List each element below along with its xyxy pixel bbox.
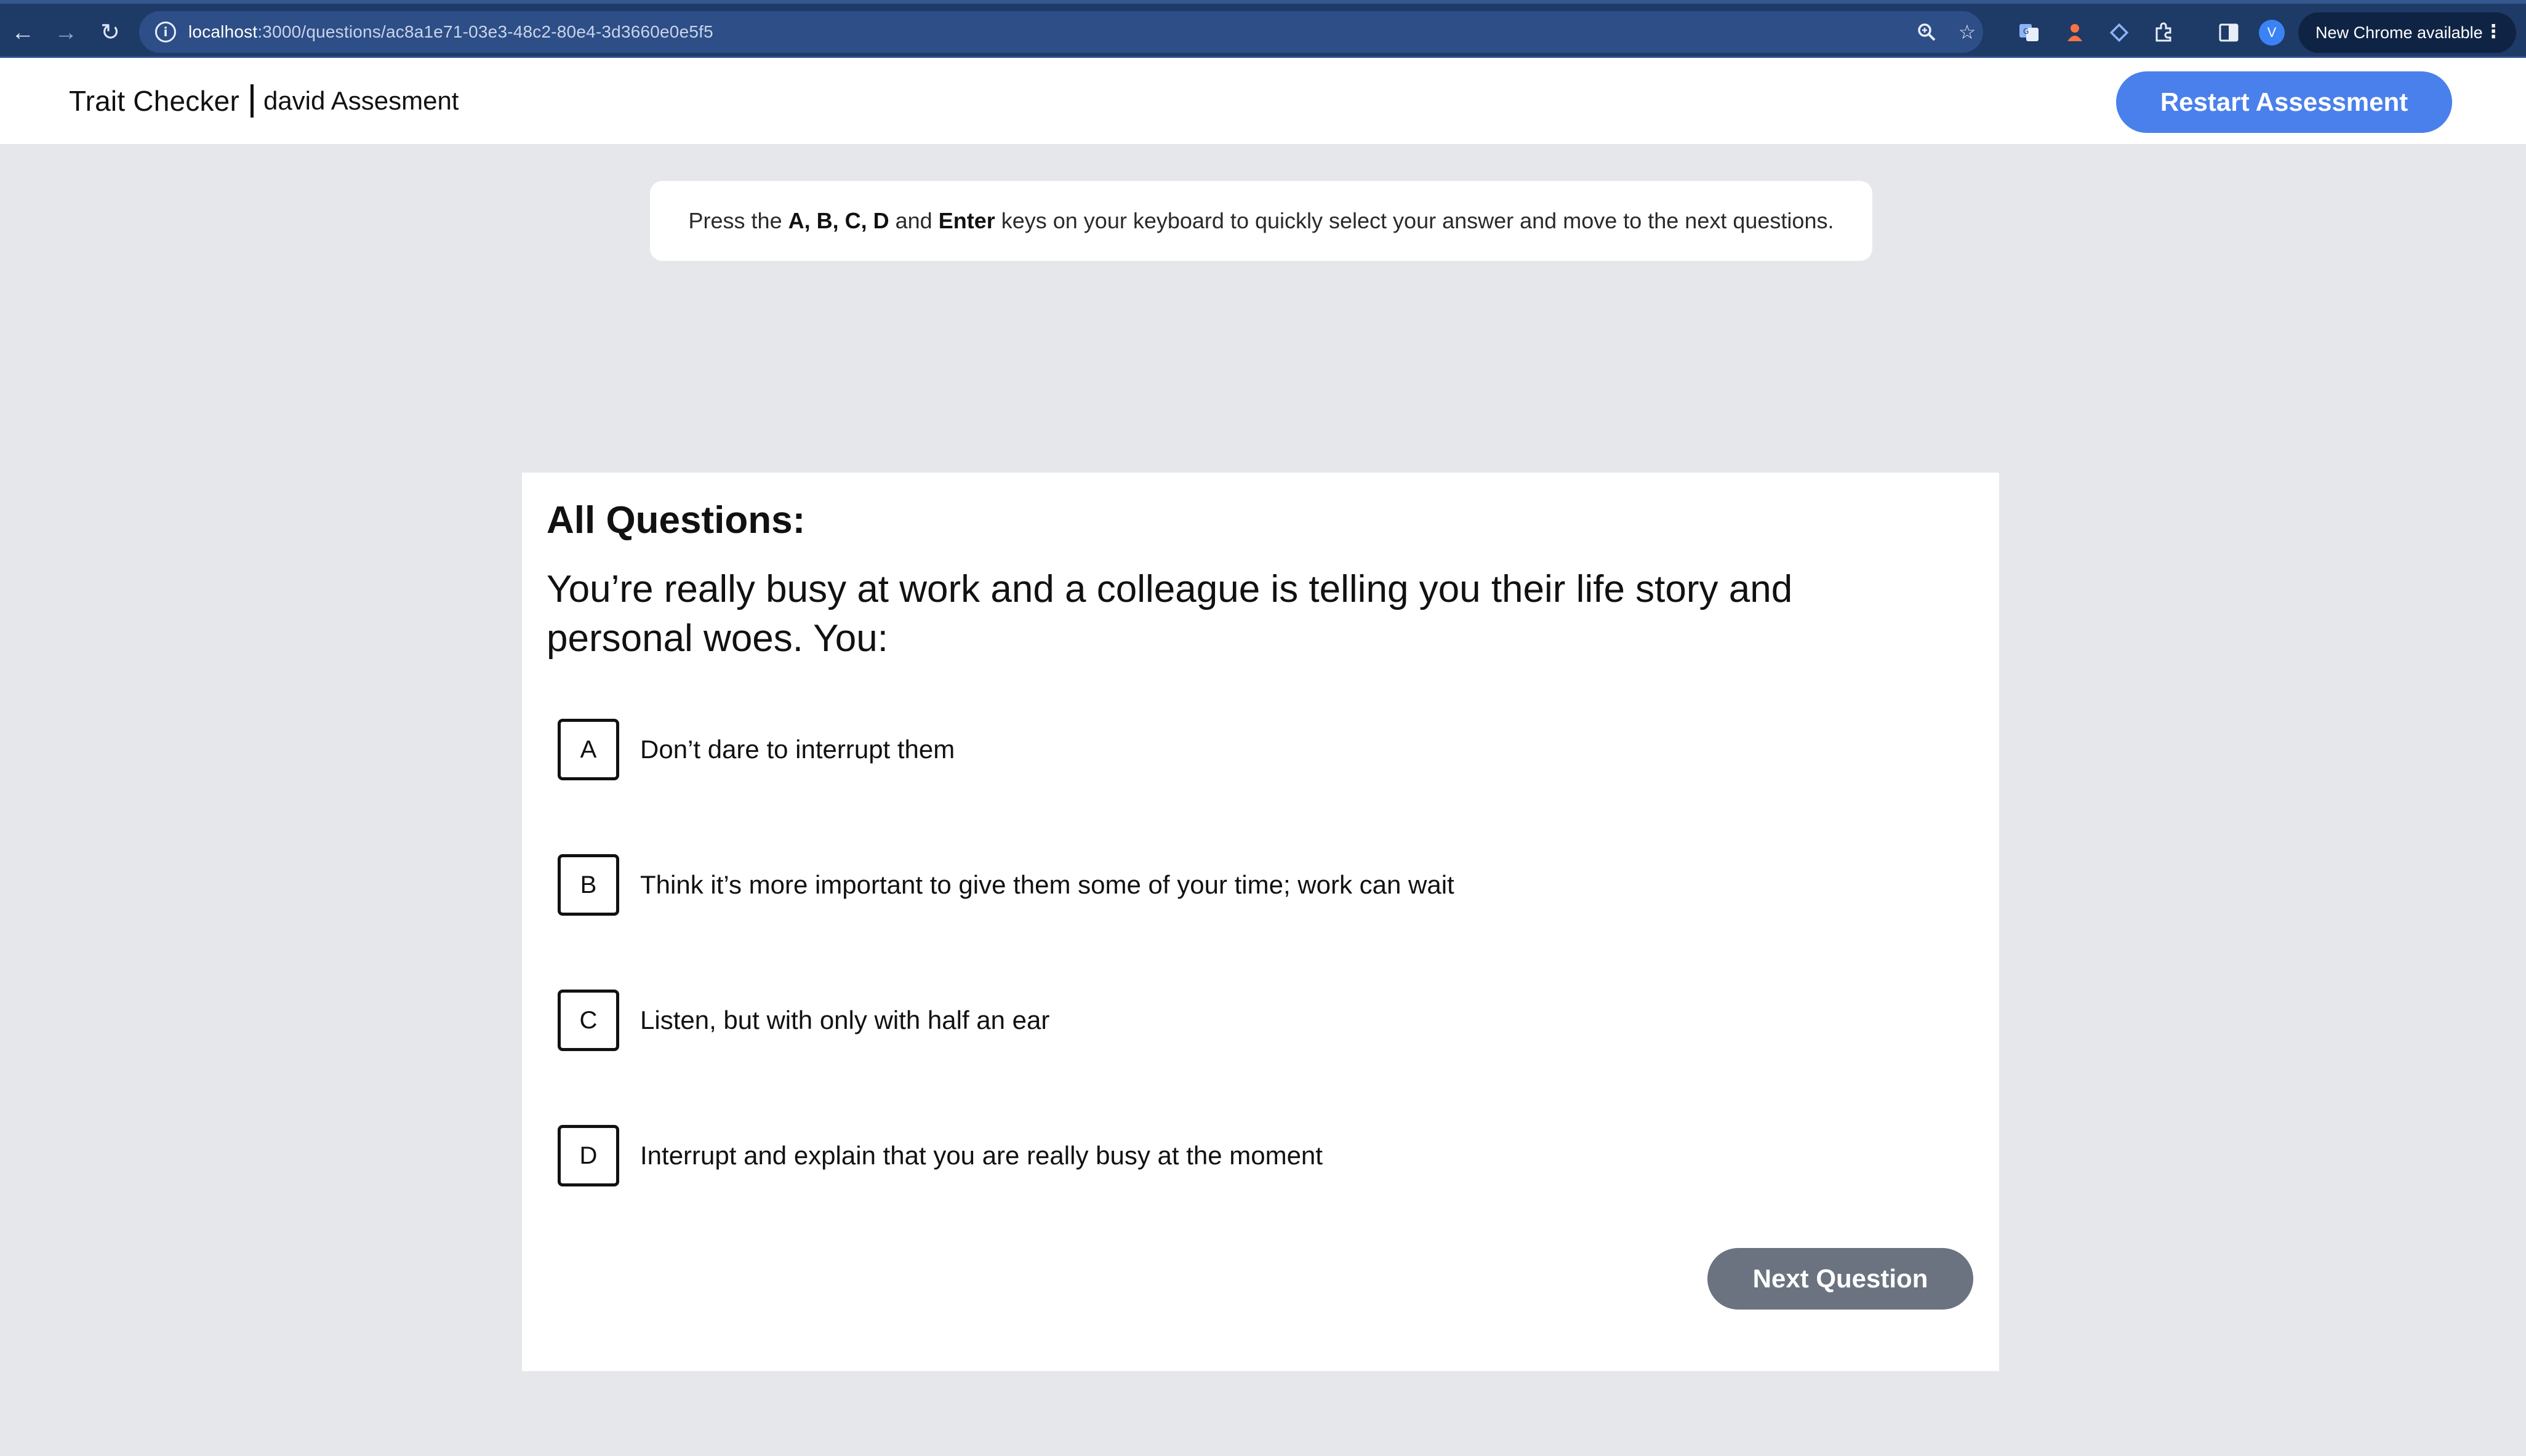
site-info-icon[interactable]: i: [155, 22, 176, 42]
option-letter-box[interactable]: B: [558, 854, 619, 916]
option-letter-box[interactable]: C: [558, 990, 619, 1051]
option-letter-box[interactable]: A: [558, 719, 619, 780]
new-chrome-available-button[interactable]: New Chrome available ⋮: [2298, 12, 2516, 53]
option-label[interactable]: Listen, but with only with half an ear: [640, 1006, 1049, 1035]
hint-enter-key: Enter: [938, 208, 995, 233]
hint-middle: and: [889, 208, 939, 233]
diamond-extension-icon[interactable]: [2106, 20, 2132, 46]
option-letter-box[interactable]: D: [558, 1125, 619, 1186]
brand-divider: [250, 84, 254, 118]
question-text: You’re really busy at work and a colleag…: [547, 568, 1793, 660]
option-c[interactable]: C Listen, but with only with half an ear: [558, 990, 1912, 1051]
option-b[interactable]: B Think it’s more important to give them…: [558, 854, 1912, 916]
zoom-icon[interactable]: [1914, 20, 1939, 44]
url-text[interactable]: localhost:3000/questions/ac8a1e71-03e3-4…: [188, 21, 713, 43]
extensions-puzzle-icon[interactable]: [2151, 20, 2176, 46]
section-title: All Questions:: [547, 499, 806, 542]
hint-suffix: keys on your keyboard to quickly select …: [995, 208, 1834, 233]
translate-extension-icon[interactable]: G: [2016, 20, 2042, 46]
back-arrow-icon[interactable]: ←: [5, 15, 41, 50]
forward-arrow-icon[interactable]: →: [48, 15, 84, 50]
url-host: localhost: [188, 22, 258, 41]
option-d[interactable]: D Interrupt and explain that you are rea…: [558, 1125, 1912, 1186]
keyboard-hint-banner: Press the A, B, C, D and Enter keys on y…: [650, 181, 1872, 261]
side-panel-icon[interactable]: [2216, 20, 2242, 46]
new-chrome-label: New Chrome available: [2316, 23, 2483, 42]
bookmark-star-icon[interactable]: ☆: [1955, 20, 1979, 44]
hint-keys: A, B, C, D: [788, 208, 889, 233]
app-name: Trait Checker: [69, 85, 239, 117]
next-question-button[interactable]: Next Question: [1707, 1248, 1973, 1310]
profile-avatar[interactable]: V: [2259, 20, 2285, 46]
option-label[interactable]: Don’t dare to interrupt them: [640, 735, 955, 764]
brand: Trait Checker david Assesment: [69, 82, 459, 119]
question-card: All Questions: You’re really busy at wor…: [522, 473, 1999, 1371]
app-header: Trait Checker david Assesment Restart As…: [0, 58, 2526, 144]
assessment-name: david Assesment: [263, 86, 459, 115]
browser-toolbar: ← → ↻ i localhost:3000/questions/ac8a1e7…: [0, 0, 2526, 58]
option-label[interactable]: Interrupt and explain that you are reall…: [640, 1141, 1323, 1170]
hint-prefix: Press the: [688, 208, 788, 233]
reload-icon[interactable]: ↻: [92, 15, 128, 50]
svg-text:G: G: [2023, 27, 2029, 36]
more-menu-icon[interactable]: ⋮: [2484, 21, 2503, 42]
person-extension-icon[interactable]: [2062, 20, 2088, 46]
restart-assessment-button[interactable]: Restart Assessment: [2116, 71, 2452, 133]
option-a[interactable]: A Don’t dare to interrupt them: [558, 719, 1912, 780]
option-label[interactable]: Think it’s more important to give them s…: [640, 870, 1454, 900]
address-bar[interactable]: i localhost:3000/questions/ac8a1e71-03e3…: [139, 11, 1983, 53]
url-path: :3000/questions/ac8a1e71-03e3-48c2-80e4-…: [257, 22, 713, 41]
